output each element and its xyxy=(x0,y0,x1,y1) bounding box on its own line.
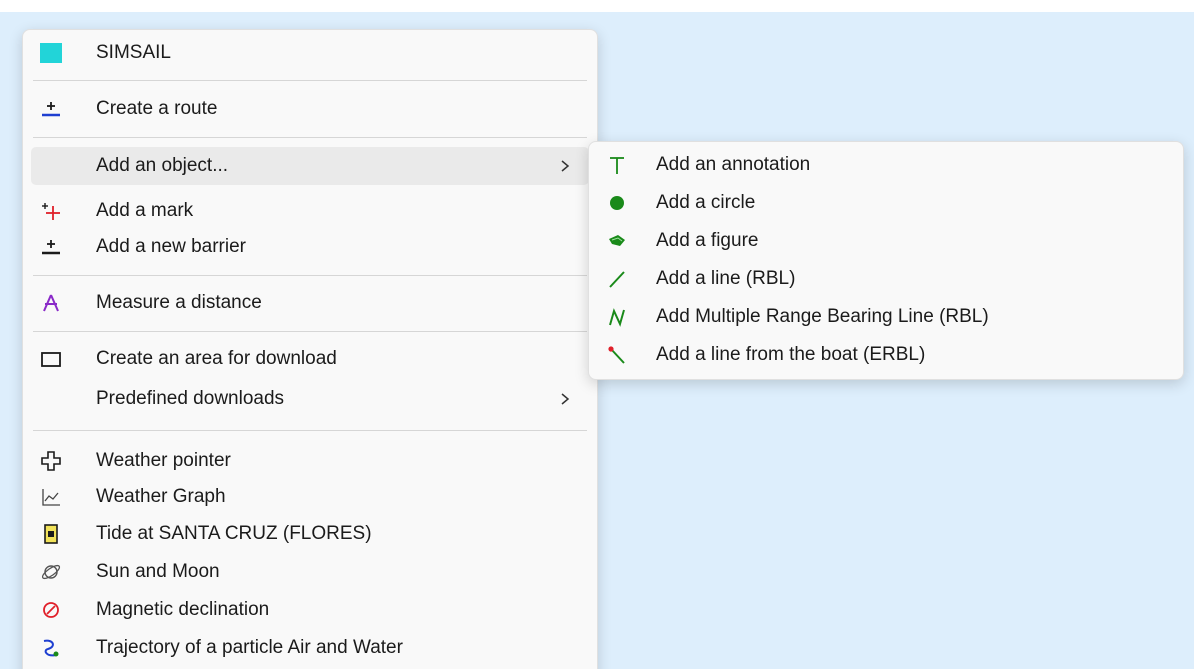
simsail-square-icon xyxy=(39,41,63,65)
menu-separator xyxy=(33,80,587,81)
menu-item-label: Create a route xyxy=(96,98,218,119)
menu-item-label: SIMSAIL xyxy=(96,42,171,63)
submenu-item-label: Add a line from the boat (ERBL) xyxy=(656,344,926,365)
menu-item-label: Tide at SANTA CRUZ (FLORES) xyxy=(96,523,372,544)
trajectory-icon xyxy=(39,636,63,660)
weather-pointer-icon xyxy=(39,449,63,473)
submenu-item-erbl[interactable]: Add a line from the boat (ERBL) xyxy=(597,336,1175,374)
menu-item-add-mark[interactable]: Add a mark xyxy=(31,192,589,230)
menu-item-create-area[interactable]: Create an area for download xyxy=(31,340,589,378)
boat-line-icon xyxy=(605,343,629,367)
menu-item-label: Trajectory of a particle Air and Water xyxy=(96,637,403,658)
planet-icon xyxy=(39,560,63,584)
add-object-submenu: Add an annotation Add a circle Add a fig… xyxy=(588,141,1184,380)
menu-item-add-object[interactable]: Add an object... xyxy=(31,147,589,185)
menu-item-label: Add a mark xyxy=(96,200,194,221)
figure-icon xyxy=(605,229,629,253)
text-t-icon xyxy=(605,153,629,177)
circle-icon xyxy=(605,191,629,215)
menu-item-label: Magnetic declination xyxy=(96,599,270,620)
menu-separator xyxy=(33,430,587,431)
menu-item-predefined-downloads[interactable]: Predefined downloads xyxy=(31,380,589,418)
menu-separator xyxy=(33,137,587,138)
submenu-item-figure[interactable]: Add a figure xyxy=(597,222,1175,260)
menu-item-create-route[interactable]: Create a route xyxy=(31,90,589,128)
route-icon xyxy=(39,97,63,121)
menu-item-label: Weather Graph xyxy=(96,486,226,507)
context-menu: SIMSAIL Create a route Add an object... xyxy=(22,29,598,669)
barrier-icon xyxy=(39,235,63,259)
tide-icon xyxy=(39,522,63,546)
menu-item-simsail[interactable]: SIMSAIL xyxy=(31,34,589,72)
menu-item-measure-distance[interactable]: Measure a distance xyxy=(31,284,589,322)
menu-item-label: Add an object... xyxy=(96,155,229,176)
menu-item-label: Measure a distance xyxy=(96,292,262,313)
menu-item-label: Create an area for download xyxy=(96,348,337,369)
submenu-item-line[interactable]: Add a line (RBL) xyxy=(597,260,1175,298)
submenu-item-multiple-rbl[interactable]: Add Multiple Range Bearing Line (RBL) xyxy=(597,298,1175,336)
menu-item-add-barrier[interactable]: Add a new barrier xyxy=(31,228,589,266)
menu-item-tide[interactable]: Tide at SANTA CRUZ (FLORES) xyxy=(31,515,589,553)
menu-item-label: Sun and Moon xyxy=(96,561,220,582)
submenu-item-label: Add a figure xyxy=(656,230,759,251)
submenu-item-label: Add a circle xyxy=(656,192,756,213)
submenu-item-label: Add an annotation xyxy=(656,154,811,175)
submenu-item-label: Add Multiple Range Bearing Line (RBL) xyxy=(656,306,989,327)
menu-item-weather-graph[interactable]: Weather Graph xyxy=(31,478,589,516)
menu-item-label: Predefined downloads xyxy=(96,388,285,409)
submenu-item-circle[interactable]: Add a circle xyxy=(597,184,1175,222)
submenu-item-label: Add a line (RBL) xyxy=(656,268,796,289)
menu-separator xyxy=(33,331,587,332)
line-icon xyxy=(605,267,629,291)
compass-icon xyxy=(39,291,63,315)
menu-item-label: Add a new barrier xyxy=(96,236,246,257)
rectangle-icon xyxy=(39,347,63,371)
menu-item-magnetic-declination[interactable]: Magnetic declination xyxy=(31,591,589,629)
menu-item-label: Weather pointer xyxy=(96,450,231,471)
graph-icon xyxy=(39,485,63,509)
declination-icon xyxy=(39,598,63,622)
submenu-item-annotation[interactable]: Add an annotation xyxy=(597,146,1175,184)
menu-item-sun-moon[interactable]: Sun and Moon xyxy=(31,553,589,591)
chevron-right-icon xyxy=(557,391,573,407)
menu-item-weather-pointer[interactable]: Weather pointer xyxy=(31,442,589,480)
mark-icon xyxy=(39,199,63,223)
multi-line-icon xyxy=(605,305,629,329)
chevron-right-icon xyxy=(557,158,573,174)
menu-item-trajectory[interactable]: Trajectory of a particle Air and Water xyxy=(31,629,589,667)
menu-separator xyxy=(33,275,587,276)
